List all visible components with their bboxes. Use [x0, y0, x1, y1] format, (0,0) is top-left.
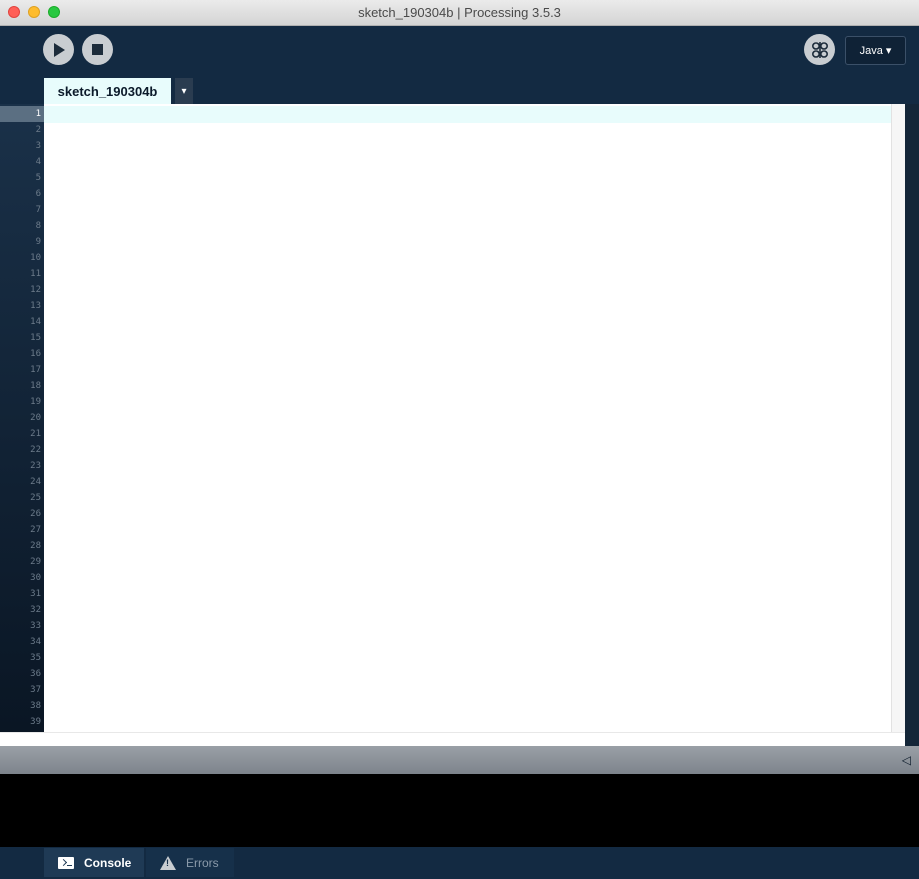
tab-console[interactable]: Console: [44, 848, 144, 877]
line-number: 22: [30, 445, 41, 455]
line-number: 21: [30, 429, 41, 439]
mode-selector[interactable]: Java ▾: [845, 36, 906, 65]
play-icon: [53, 42, 65, 57]
line-number: 32: [30, 605, 41, 615]
line-number: 39: [30, 717, 41, 727]
close-window-button[interactable]: [8, 6, 20, 18]
line-number: 18: [30, 381, 41, 391]
line-number: 36: [30, 669, 41, 679]
message-bar: ◁: [0, 746, 919, 774]
stop-icon: [92, 44, 103, 55]
line-number: 17: [30, 365, 41, 375]
line-number: 30: [30, 573, 41, 583]
console-output[interactable]: [0, 774, 919, 847]
stop-button[interactable]: [82, 34, 113, 65]
chevron-down-icon: ▾: [181, 85, 187, 97]
line-number: 20: [30, 413, 41, 423]
editor-tabs: sketch_190304b ▾: [0, 78, 919, 104]
minimize-window-button[interactable]: [28, 6, 40, 18]
line-number: 3: [35, 141, 41, 151]
tab-errors[interactable]: Errors: [146, 848, 234, 877]
debug-button[interactable]: [804, 34, 835, 65]
maximize-window-button[interactable]: [48, 6, 60, 18]
line-number: 10: [30, 253, 41, 263]
butterfly-debug-icon: [811, 41, 828, 58]
line-number: 11: [30, 269, 41, 279]
line-number: 16: [30, 349, 41, 359]
title-bar[interactable]: sketch_190304b | Processing 3.5.3: [0, 0, 919, 26]
window-title: sketch_190304b | Processing 3.5.3: [358, 5, 561, 20]
line-number: 23: [30, 461, 41, 471]
run-button[interactable]: [43, 34, 74, 65]
tab-errors-label: Errors: [186, 855, 219, 870]
line-number: 29: [30, 557, 41, 567]
scroll-corner: [905, 732, 919, 746]
window-controls: [8, 6, 60, 18]
tab-menu-button[interactable]: ▾: [175, 78, 193, 104]
mode-label: Java ▾: [859, 45, 892, 57]
bottom-tab-bar: Console Errors: [0, 847, 919, 879]
line-number: 15: [30, 333, 41, 343]
line-number: 7: [35, 205, 41, 215]
line-number-gutter: 1 2 3 4 5 6 7 8 9 10 11 12 13 14 15 16 17 18 19 20 21 22 23 24 2…: [0, 104, 44, 732]
horizontal-scrollbar[interactable]: [0, 732, 905, 746]
line-number: 14: [30, 317, 41, 327]
line-number: 31: [30, 589, 41, 599]
terminal-icon: [58, 856, 74, 869]
processing-window: sketch_190304b | Processing 3.5.3 Java ▾…: [0, 0, 919, 879]
line-number: 13: [30, 301, 41, 311]
line-number: 26: [30, 509, 41, 519]
line-number: 25: [30, 493, 41, 503]
tab-console-label: Console: [84, 855, 132, 870]
line-number: 35: [30, 653, 41, 663]
tab-sketch[interactable]: sketch_190304b: [44, 78, 171, 104]
line-number: 28: [30, 541, 41, 551]
line-number: 4: [35, 157, 41, 167]
collapse-console-button[interactable]: ◁: [902, 753, 911, 767]
tab-label: sketch_190304b: [57, 83, 158, 99]
line-number: 27: [30, 525, 41, 535]
error-column: [905, 104, 919, 732]
toolbar: Java ▾: [0, 26, 919, 78]
line-number: 38: [30, 701, 41, 711]
line-number: 34: [30, 637, 41, 647]
line-number: 2: [35, 125, 41, 135]
line-number: 8: [35, 221, 41, 231]
line-number: 6: [35, 189, 41, 199]
vertical-scrollbar[interactable]: [891, 104, 905, 732]
line-number: 24: [30, 477, 41, 487]
line-number: 12: [30, 285, 41, 295]
editor-area: 1 2 3 4 5 6 7 8 9 10 11 12 13 14 15 16 17 18 19 20 21 22 23 24 2…: [0, 104, 919, 732]
line-number: 37: [30, 685, 41, 695]
line-number: 1: [0, 106, 44, 122]
line-number: 33: [30, 621, 41, 631]
line-number: 5: [35, 173, 41, 183]
line-number: 19: [30, 397, 41, 407]
code-editor[interactable]: [44, 104, 891, 732]
current-line-highlight: [44, 106, 891, 123]
warning-icon: [160, 855, 176, 870]
line-number: 9: [35, 237, 41, 247]
